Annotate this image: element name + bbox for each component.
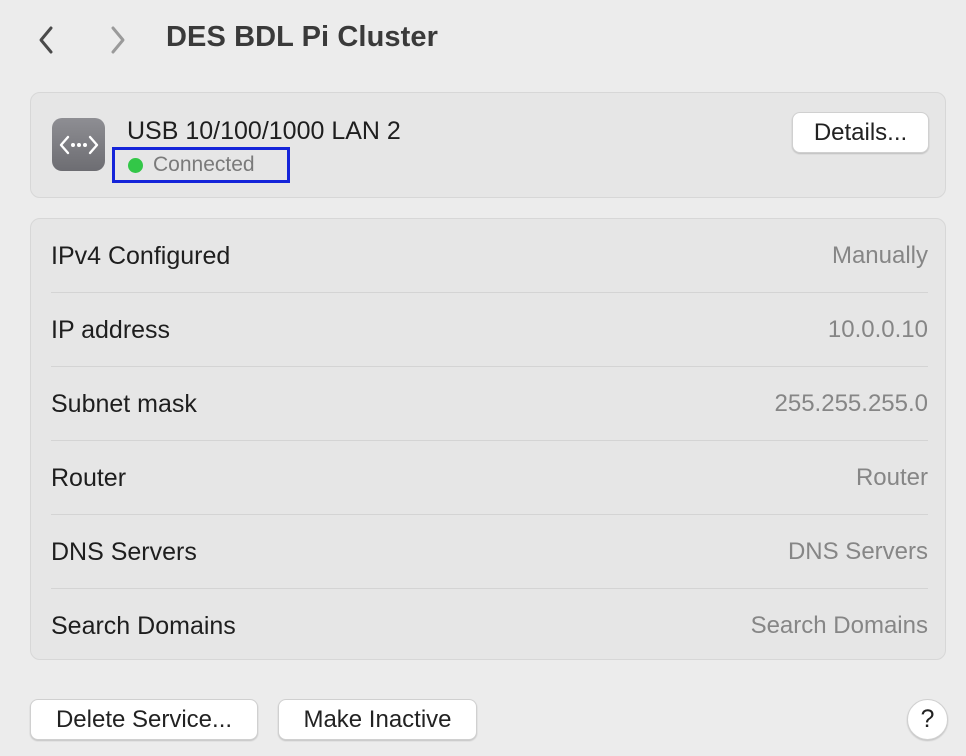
row-label: IPv4 Configured <box>51 241 231 270</box>
row-value: 255.255.255.0 <box>774 390 928 417</box>
chevron-left-icon <box>39 26 53 54</box>
row-label: DNS Servers <box>51 537 197 566</box>
row-ip-address[interactable]: IP address 10.0.0.10 <box>51 293 928 367</box>
chevron-right-icon <box>111 26 125 54</box>
row-value: 10.0.0.10 <box>827 316 928 343</box>
forward-button[interactable] <box>104 22 132 58</box>
details-button[interactable]: Details... <box>792 112 929 153</box>
delete-service-button[interactable]: Delete Service... <box>30 699 258 740</box>
row-ipv4-configured[interactable]: IPv4 Configured Manually <box>51 219 928 293</box>
row-search-domains[interactable]: Search Domains Search Domains <box>51 589 928 663</box>
row-router[interactable]: Router Router <box>51 441 928 515</box>
help-button[interactable]: ? <box>907 699 948 740</box>
settings-list: IPv4 Configured Manually IP address 10.0… <box>30 218 946 660</box>
row-value: Router <box>855 464 928 491</box>
row-dns-servers[interactable]: DNS Servers DNS Servers <box>51 515 928 589</box>
row-label: Search Domains <box>51 611 236 640</box>
row-label: IP address <box>51 315 171 344</box>
row-value: Manually <box>831 242 928 269</box>
status-text: Connected <box>153 153 255 176</box>
row-subnet-mask[interactable]: Subnet mask 255.255.255.0 <box>51 367 928 441</box>
row-label: Subnet mask <box>51 389 197 418</box>
ethernet-icon <box>52 118 105 171</box>
row-value: Search Domains <box>750 612 928 639</box>
row-label: Router <box>51 463 127 492</box>
interface-card: USB 10/100/1000 LAN 2 Connected Details.… <box>30 92 946 198</box>
make-inactive-button[interactable]: Make Inactive <box>278 699 477 740</box>
toolbar: DES BDL Pi Cluster <box>0 0 966 80</box>
connection-status: Connected <box>112 147 290 183</box>
question-mark-icon: ? <box>920 705 935 733</box>
status-dot-icon <box>128 157 143 173</box>
page-title: DES BDL Pi Cluster <box>166 21 438 53</box>
back-button[interactable] <box>32 22 60 58</box>
row-value: DNS Servers <box>787 538 928 565</box>
interface-name: USB 10/100/1000 LAN 2 <box>127 117 401 145</box>
